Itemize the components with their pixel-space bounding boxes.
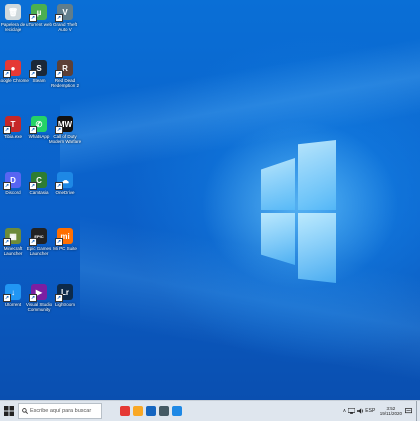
chevron-up-icon[interactable]: ∧ (343, 408, 347, 414)
desktop[interactable]: 🗑 Papelera de reciclaje µ ↗ uTorrent web V ↗ Gr… (0, 0, 420, 400)
taskbar: Escribe aquí para buscar ∧ ESP 3:52 19/1… (0, 400, 420, 421)
shortcut-arrow-icon: ↗ (3, 126, 11, 134)
desktop-icon-label: Mi PC Suite (53, 246, 77, 251)
shortcut-arrow-icon: ↗ (55, 126, 63, 134)
shortcut-arrow-icon: ↗ (55, 70, 63, 78)
shortcut-arrow-icon: ↗ (29, 70, 37, 78)
whatsapp-icon: ✆ ↗ (29, 116, 47, 134)
shortcut-arrow-icon: ↗ (29, 126, 37, 134)
desktop-icon-red-dead[interactable]: R ↗ Red Dead Redemption 2 (51, 60, 79, 88)
shortcut-arrow-icon: ↗ (3, 70, 11, 78)
volume-icon[interactable] (356, 408, 364, 414)
utorrent-icon: µ ↗ (29, 4, 47, 22)
search-icon (22, 408, 28, 414)
desktop-icon-epic[interactable]: EPIC ↗ Epic Games Launcher (25, 228, 53, 256)
search-placeholder: Escribe aquí para buscar (30, 408, 92, 414)
start-button[interactable] (0, 401, 18, 421)
steam-icon: S ↗ (29, 60, 47, 78)
desktop-icon-vs[interactable]: ▶ ↗ Visual Studio Community (25, 284, 53, 312)
app-dark-icon: Lr ↗ (55, 284, 73, 302)
show-desktop-button[interactable] (416, 401, 420, 421)
desktop-icon-label: Red Dead Redemption 2 (50, 78, 80, 88)
discord-icon: D ↗ (3, 172, 21, 190)
shortcut-arrow-icon: ↗ (29, 182, 37, 190)
desktop-icon-gta[interactable]: V ↗ Grand Theft Auto V (51, 4, 79, 32)
mail-icon (171, 406, 182, 416)
taskbar-app-mail[interactable] (170, 401, 183, 421)
shortcut-arrow-icon: ↗ (29, 294, 37, 302)
light-beam (60, 0, 420, 180)
shortcut-arrow-icon: ↗ (55, 294, 63, 302)
chrome-icon: ● ↗ (3, 60, 21, 78)
windows-logo-wallpaper (258, 140, 338, 283)
xiaomi-icon: mi ↗ (55, 228, 73, 246)
mw-icon: MW ↗ (55, 116, 73, 134)
notification-icon[interactable] (405, 408, 412, 414)
shortcut-arrow-icon: ↗ (29, 14, 37, 22)
desktop-icon-label: Call of Duty Modern Warfare (48, 134, 82, 144)
desktop-icon-recycle-bin[interactable]: 🗑 Papelera de reciclaje (0, 4, 27, 32)
vs-icon: ▶ ↗ (29, 284, 47, 302)
desktop-icon-app-dark[interactable]: Lr ↗ Lightroom (51, 284, 79, 307)
shortcut-arrow-icon: ↗ (55, 238, 63, 246)
shortcut-arrow-icon: ↗ (3, 294, 11, 302)
clock-date: 19/11/2020 (379, 411, 402, 416)
camtasia-icon: C ↗ (29, 172, 47, 190)
clock[interactable]: 3:52 19/11/2020 (380, 406, 402, 417)
light-beam (80, 200, 420, 400)
onedrive-icon: ☁ ↗ (55, 172, 73, 190)
search-input[interactable]: Escribe aquí para buscar (18, 403, 102, 419)
epic-icon: EPIC ↗ (29, 228, 47, 246)
chrome-icon (119, 406, 130, 416)
word-icon (145, 406, 156, 416)
store-icon (158, 406, 169, 416)
minecraft-icon: ▦ ↗ (3, 228, 21, 246)
taskbar-app-word[interactable] (144, 401, 157, 421)
desktop-icon-xiaomi[interactable]: mi ↗ Mi PC Suite (51, 228, 79, 251)
desktop-icon-label: OneDrive (55, 190, 75, 195)
taskbar-app-chrome[interactable] (118, 401, 131, 421)
red-dead-icon: R ↗ (55, 60, 73, 78)
logo-pane (298, 140, 336, 210)
system-tray: ∧ ESP 3:52 19/11/2020 (341, 401, 416, 421)
shortcut-arrow-icon: ↗ (3, 182, 11, 190)
app-blue-icon: ↓ ↗ (3, 284, 21, 302)
logo-pane (298, 213, 336, 283)
taskbar-pinned-apps (118, 401, 183, 421)
network-icon[interactable] (347, 408, 355, 414)
desktop-icon-label: Grand Theft Auto V (53, 22, 77, 32)
shortcut-arrow-icon: ↗ (29, 238, 37, 246)
shortcut-arrow-icon: ↗ (3, 238, 11, 246)
taskbar-app-file-explorer[interactable] (131, 401, 144, 421)
logo-pane (261, 158, 295, 210)
game-red-icon: T ↗ (3, 116, 21, 134)
desktop-icon-mw[interactable]: MW ↗ Call of Duty Modern Warfare (48, 116, 82, 144)
logo-pane (261, 213, 295, 265)
desktop-icon-label: Lightroom (54, 302, 75, 307)
gta-icon: V ↗ (55, 4, 73, 22)
file-explorer-icon (132, 406, 143, 416)
windows-icon (4, 406, 14, 416)
taskbar-app-store[interactable] (157, 401, 170, 421)
desktop-icon-onedrive[interactable]: ☁ ↗ OneDrive (51, 172, 79, 195)
recycle-bin-icon: 🗑 (5, 4, 21, 20)
shortcut-arrow-icon: ↗ (55, 182, 63, 190)
language-indicator[interactable]: ESP (365, 408, 375, 414)
shortcut-arrow-icon: ↗ (55, 14, 63, 22)
